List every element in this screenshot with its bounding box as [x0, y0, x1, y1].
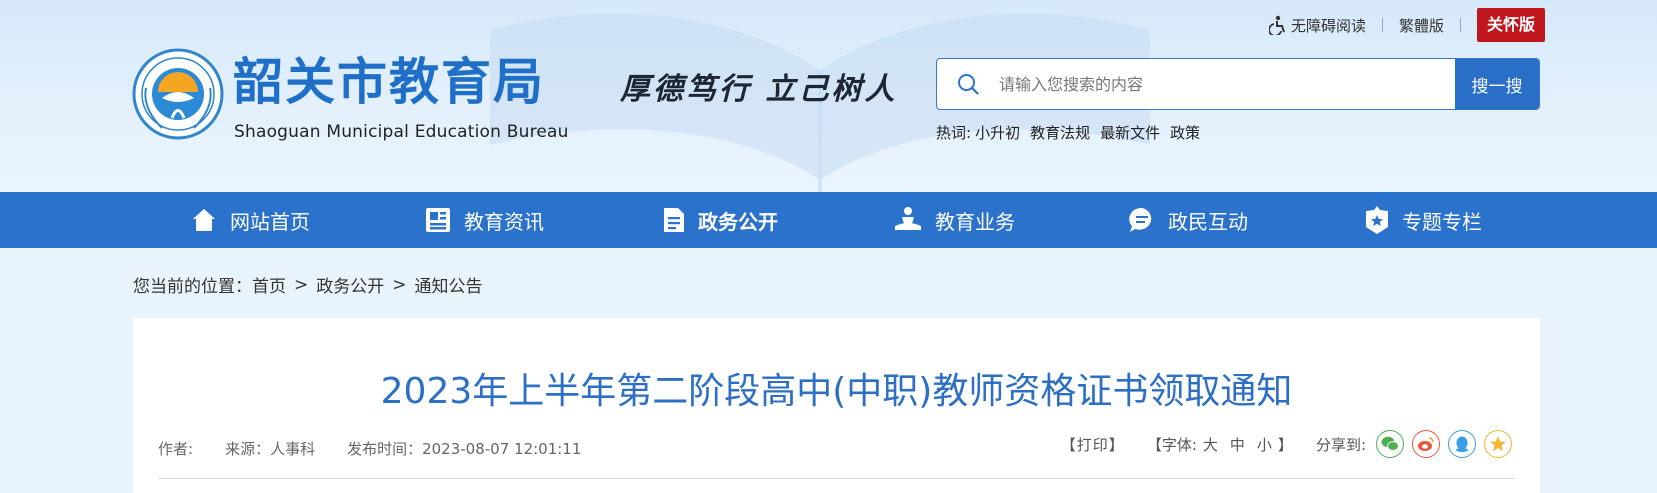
search-input[interactable] [999, 59, 1455, 109]
site-subtitle: Shaoguan Municipal Education Bureau [234, 122, 569, 142]
nav-label: 教育资讯 [464, 209, 544, 234]
site-header: 无障碍阅读 繁體版 关怀版 韶关市教育局 Shaoguan Municipal … [0, 0, 1657, 192]
nav-label: 教育业务 [935, 209, 1015, 234]
divider [1381, 18, 1383, 32]
nav-label: 政务公开 [698, 209, 778, 234]
breadcrumb-separator: > [294, 274, 309, 295]
care-version-button[interactable]: 关怀版 [1476, 8, 1545, 42]
bureau-logo[interactable] [132, 48, 224, 140]
top-links: 无障碍阅读 繁體版 关怀版 [1268, 8, 1545, 42]
chat-icon [1129, 207, 1152, 232]
search-button[interactable]: 搜一搜 [1455, 59, 1539, 109]
share-icons [1376, 430, 1512, 458]
breadcrumb: 您当前的位置： 首页 > 政务公开 > 通知公告 [133, 272, 483, 298]
hot-word-link[interactable]: 教育法规 [1030, 122, 1090, 143]
nav-label: 专题专栏 [1402, 209, 1482, 234]
motto: 厚德笃行 立己树人 [620, 72, 898, 107]
article-title: 2023年上半年第二阶段高中(中职)教师资格证书领取通知 [380, 371, 1293, 412]
divider [158, 478, 1515, 479]
breadcrumb-prefix: 您当前的位置： [133, 277, 252, 297]
qzone-icon[interactable] [1484, 430, 1512, 458]
article-tools: 【打印】 【字体: 大 中 小 】 分享到: [1061, 430, 1512, 458]
nav-item-news[interactable]: 教育资讯 [424, 192, 544, 248]
article-author: 作者: [158, 440, 194, 458]
service-icon [895, 207, 921, 230]
print-button[interactable]: 【打印】 [1061, 434, 1125, 455]
font-size-close: 】 [1277, 435, 1294, 454]
breadcrumb-item-government-affairs[interactable]: 政务公开 [316, 272, 384, 297]
accessibility-link[interactable]: 无障碍阅读 [1268, 15, 1366, 36]
font-size-label: 【字体: [1146, 435, 1197, 454]
badge-icon [1366, 206, 1388, 234]
site-title[interactable]: 韶关市教育局 [233, 52, 545, 112]
traditional-chinese-link[interactable]: 繁體版 [1399, 15, 1444, 36]
newspaper-icon [426, 208, 450, 232]
font-large-button[interactable]: 大 [1203, 434, 1218, 455]
divider [1459, 18, 1461, 32]
hot-words: 热词: 小升初 教育法规 最新文件 政策 [936, 122, 1200, 143]
search-box: 搜一搜 [936, 58, 1540, 110]
wechat-icon[interactable] [1376, 430, 1404, 458]
accessibility-icon [1268, 15, 1285, 35]
nav-label: 政民互动 [1168, 209, 1248, 234]
nav-item-home[interactable]: 网站首页 [190, 192, 310, 248]
article-source: 来源：人事科 [225, 440, 316, 458]
hot-word-link[interactable]: 政策 [1170, 122, 1200, 143]
nav-item-government-affairs[interactable]: 政务公开 [662, 192, 778, 248]
main-nav: 网站首页 教育资讯 政务公开 教育业务 政民互动 专题专栏 [0, 192, 1657, 248]
document-icon [664, 208, 684, 232]
article-published-time: 发布时间：2023-08-07 12:01:11 [347, 440, 582, 458]
hot-word-link[interactable]: 小升初 [975, 122, 1020, 143]
weibo-icon[interactable] [1412, 430, 1440, 458]
nav-item-special-topics[interactable]: 专题专栏 [1364, 192, 1482, 248]
qq-icon[interactable] [1448, 430, 1476, 458]
share-label: 分享到: [1315, 435, 1366, 454]
font-small-button[interactable]: 小 [1257, 434, 1272, 455]
breadcrumb-item-home[interactable]: 首页 [252, 272, 286, 297]
article-meta: 作者: 来源：人事科 发布时间：2023-08-07 12:01:11 [158, 438, 613, 459]
search-icon [937, 73, 999, 95]
nav-item-interaction[interactable]: 政民互动 [1128, 192, 1248, 248]
article-panel: 2023年上半年第二阶段高中(中职)教师资格证书领取通知 作者: 来源：人事科 … [133, 318, 1540, 493]
hot-words-label: 热词: [936, 124, 972, 142]
font-medium-button[interactable]: 中 [1230, 434, 1245, 455]
hot-word-link[interactable]: 最新文件 [1100, 122, 1160, 143]
accessibility-label: 无障碍阅读 [1290, 16, 1366, 35]
nav-label: 网站首页 [230, 209, 310, 234]
breadcrumb-item-notices[interactable]: 通知公告 [415, 272, 483, 297]
breadcrumb-separator: > [392, 274, 407, 295]
home-icon [193, 209, 215, 231]
nav-item-education-services[interactable]: 教育业务 [893, 192, 1015, 248]
